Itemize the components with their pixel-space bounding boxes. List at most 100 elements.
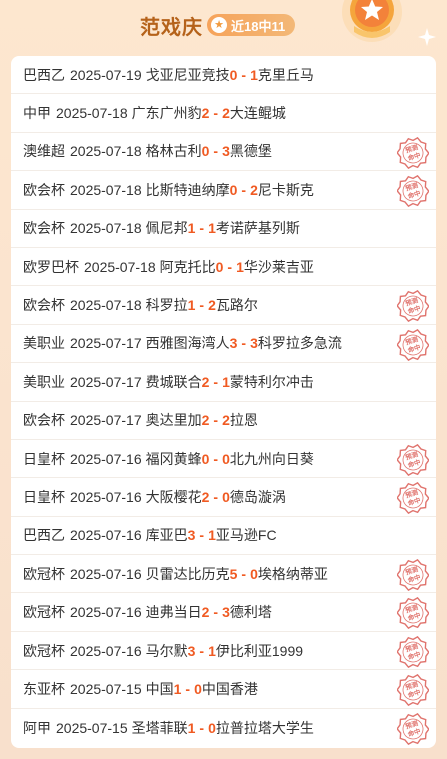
medal-icon <box>342 0 402 42</box>
away-score: 3 <box>222 604 230 621</box>
away-team: 亚马逊FC <box>215 527 277 544</box>
home-score: 3 <box>187 642 196 659</box>
match-date: 2025-07-17 <box>70 373 142 390</box>
hit-stamp-icon: 预测命中 <box>397 136 429 169</box>
match-row[interactable]: 欧会杯 2025-07-18 比斯特迪纳摩 0-2 尼卡斯克 预测 命中 <box>11 171 436 210</box>
away-team: 克里丘马 <box>257 66 314 83</box>
home-score: 2 <box>201 604 210 621</box>
match-date: 2025-07-16 <box>70 604 142 621</box>
away-score: 3 <box>222 143 230 160</box>
match-league: 中甲 <box>23 105 51 122</box>
hit-stamp-icon: 预测命中 <box>397 712 429 745</box>
away-team: 伊比利亚1999 <box>215 642 304 659</box>
match-league: 美职业 <box>23 373 65 390</box>
home-team: 福冈黄蜂 <box>145 450 202 467</box>
home-team: 阿克托比 <box>159 258 216 275</box>
away-score: 2 <box>222 105 230 122</box>
score-separator: - <box>241 565 247 582</box>
home-team: 西雅图海湾人 <box>145 335 230 352</box>
away-score: 0 <box>208 719 216 736</box>
score-separator: - <box>213 143 219 160</box>
home-team: 戈亚尼亚竞技 <box>145 66 230 83</box>
home-score: 3 <box>187 527 196 544</box>
match-row[interactable]: 欧罗巴杯 2025-07-18 阿克托比 0-1 华沙莱吉亚 <box>11 248 436 287</box>
match-date: 2025-07-18 <box>84 258 156 275</box>
match-date: 2025-07-16 <box>70 450 142 467</box>
hit-stamp-icon: 预测命中 <box>397 328 429 361</box>
match-row[interactable]: 巴西乙 2025-07-16 库亚巴 3-1 亚马逊FC <box>11 517 436 556</box>
away-team: 埃格纳蒂亚 <box>257 565 328 582</box>
home-team: 费城联合 <box>145 373 202 390</box>
home-team: 广东广州豹 <box>131 105 202 122</box>
match-league: 欧冠杯 <box>23 642 65 659</box>
match-league: 欧罗巴杯 <box>23 258 79 275</box>
home-score: 1 <box>173 680 182 697</box>
match-row[interactable]: 欧会杯 2025-07-18 佩尼邦 1-1 考诺萨基列斯 <box>11 210 436 248</box>
home-score: 2 <box>201 488 210 505</box>
match-row[interactable]: 澳维超 2025-07-18 格林古利 0-3 黑德堡 预测 命中 <box>11 133 436 172</box>
match-row[interactable]: 巴西乙 2025-07-19 戈亚尼亚竞技 0-1 克里丘马 <box>11 56 436 95</box>
match-row[interactable]: 日皇杯 2025-07-16 福冈黄蜂 0-0 北九州向日葵 预测 命中 <box>11 440 436 479</box>
match-date: 2025-07-15 <box>56 719 128 736</box>
away-team: 拉恩 <box>229 412 258 429</box>
away-score: 1 <box>208 527 216 544</box>
home-team: 马尔默 <box>145 642 188 659</box>
match-row[interactable]: 阿甲 2025-07-15 圣塔菲联 1-0 拉普拉塔大学生 预测 命中 <box>11 709 436 747</box>
away-score: 0 <box>222 488 230 505</box>
match-row[interactable]: 日皇杯 2025-07-16 大阪樱花 2-0 德岛漩涡 预测 命中 <box>11 478 436 517</box>
sparkle-icon <box>418 28 436 46</box>
score-separator: - <box>213 488 219 505</box>
score-separator: - <box>213 450 219 467</box>
away-team: 科罗拉多急流 <box>257 335 342 352</box>
match-row[interactable]: 欧冠杯 2025-07-16 贝雷达比历克 5-0 埃格纳蒂亚 预测 命中 <box>11 555 436 594</box>
away-score: 0 <box>194 680 202 697</box>
match-date: 2025-07-18 <box>70 297 142 314</box>
home-score: 0 <box>229 181 238 198</box>
hit-stamp-icon: 预测命中 <box>397 175 429 208</box>
match-league: 欧会杯 <box>23 220 65 237</box>
hit-stamp-icon: 预测命中 <box>397 290 429 323</box>
match-row[interactable]: 中甲 2025-07-18 广东广州豹 2-2 大连鲲城 <box>11 94 436 133</box>
match-row[interactable]: 东亚杯 2025-07-15 中国 1-0 中国香港 预测 命中 <box>11 670 436 709</box>
match-row[interactable]: 美职业 2025-07-17 费城联合 2-1 蒙特利尔冲击 <box>11 363 436 402</box>
score-separator: - <box>199 297 205 314</box>
home-team: 格林古利 <box>145 143 202 160</box>
match-row[interactable]: 欧会杯 2025-07-17 奥达里加 2-2 拉恩 <box>11 402 436 440</box>
match-league: 日皇杯 <box>23 450 65 467</box>
hit-stamp-icon: 预测命中 <box>397 482 429 515</box>
match-row[interactable]: 欧会杯 2025-07-18 科罗拉 1-2 瓦路尔 预测 命中 <box>11 286 436 325</box>
home-team: 迪弗当日 <box>145 604 202 621</box>
match-row[interactable]: 美职业 2025-07-17 西雅图海湾人 3-3 科罗拉多急流 预测 命中 <box>11 325 436 364</box>
match-date: 2025-07-15 <box>70 680 142 697</box>
away-team: 考诺萨基列斯 <box>215 220 300 237</box>
home-score: 1 <box>187 297 196 314</box>
home-score: 2 <box>201 373 210 390</box>
match-date: 2025-07-17 <box>70 335 142 352</box>
match-league: 东亚杯 <box>23 680 65 697</box>
score-separator: - <box>241 335 247 352</box>
match-date: 2025-07-19 <box>70 66 142 83</box>
match-date: 2025-07-17 <box>70 412 142 429</box>
match-league: 欧冠杯 <box>23 604 65 621</box>
hit-stamp-icon: 预测命中 <box>397 674 429 707</box>
home-score: 0 <box>201 450 210 467</box>
star-icon: ★ <box>211 17 227 33</box>
match-league: 澳维超 <box>23 143 65 160</box>
match-row[interactable]: 欧冠杯 2025-07-16 马尔默 3-1 伊比利亚1999 预测 命中 <box>11 632 436 671</box>
away-team: 德岛漩涡 <box>229 488 286 505</box>
match-list: 巴西乙 2025-07-19 戈亚尼亚竞技 0-1 克里丘马中甲 2025-07-18 广东… <box>11 56 436 748</box>
record-badge: ★ 近18中11 <box>207 14 296 36</box>
away-score: 1 <box>222 373 230 390</box>
score-separator: - <box>241 181 247 198</box>
home-team: 中国 <box>145 680 174 697</box>
match-row[interactable]: 欧冠杯 2025-07-16 迪弗当日 2-3 德利塔 预测 命中 <box>11 593 436 632</box>
match-date: 2025-07-18 <box>70 181 142 198</box>
hit-stamp-icon: 预测命中 <box>397 559 429 592</box>
away-team: 拉普拉塔大学生 <box>215 719 314 736</box>
away-score: 0 <box>250 565 258 582</box>
home-score: 2 <box>201 412 210 429</box>
score-separator: - <box>213 412 219 429</box>
match-league: 欧会杯 <box>23 297 65 314</box>
match-league: 日皇杯 <box>23 488 65 505</box>
score-separator: - <box>199 527 205 544</box>
